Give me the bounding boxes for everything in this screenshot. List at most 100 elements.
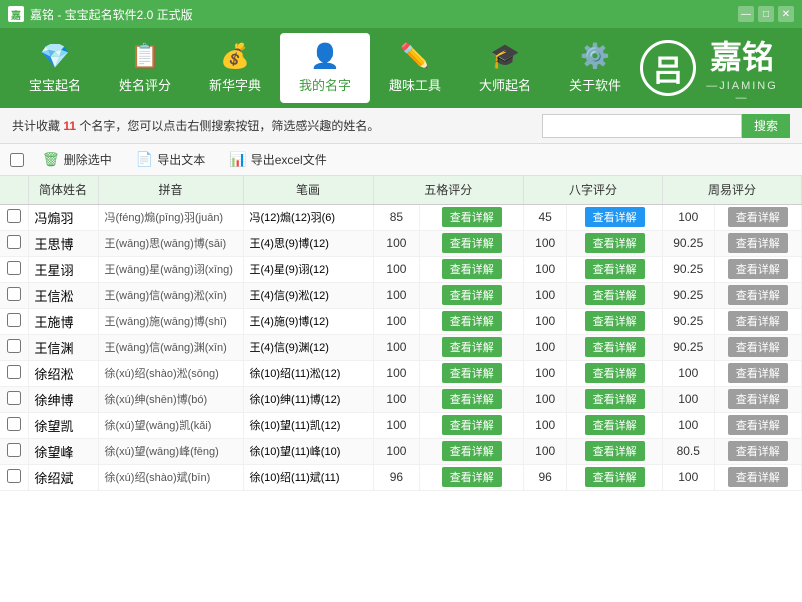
row-checkbox[interactable] <box>7 339 21 353</box>
wuge-detail-button[interactable]: 查看详解 <box>442 259 502 279</box>
row-bazi-btn-cell[interactable]: 查看详解 <box>567 412 663 438</box>
row-bazi-btn-cell[interactable]: 查看详解 <box>567 204 663 230</box>
row-wuge-btn-cell[interactable]: 查看详解 <box>420 360 524 386</box>
row-check-cell[interactable] <box>0 204 28 230</box>
row-zhouyi-btn-cell[interactable]: 查看详解 <box>714 464 801 490</box>
row-checkbox[interactable] <box>7 417 21 431</box>
row-checkbox[interactable] <box>7 235 21 249</box>
nav-item-about[interactable]: ⚙️ 关于软件 <box>550 33 640 103</box>
nav-item-master-name[interactable]: 🎓 大师起名 <box>460 33 550 103</box>
row-bazi-btn-cell[interactable]: 查看详解 <box>567 308 663 334</box>
row-zhouyi-btn-cell[interactable]: 查看详解 <box>714 438 801 464</box>
maximize-button[interactable]: □ <box>758 6 774 22</box>
zhouyi-detail-button[interactable]: 查看详解 <box>728 415 788 435</box>
bazi-detail-button[interactable]: 查看详解 <box>585 337 645 357</box>
zhouyi-detail-button[interactable]: 查看详解 <box>728 467 788 487</box>
zhouyi-detail-button[interactable]: 查看详解 <box>728 337 788 357</box>
zhouyi-detail-button[interactable]: 查看详解 <box>728 441 788 461</box>
row-check-cell[interactable] <box>0 464 28 490</box>
bazi-detail-button[interactable]: 查看详解 <box>585 389 645 409</box>
row-wuge-btn-cell[interactable]: 查看详解 <box>420 464 524 490</box>
row-check-cell[interactable] <box>0 412 28 438</box>
row-check-cell[interactable] <box>0 360 28 386</box>
bazi-detail-button[interactable]: 查看详解 <box>585 311 645 331</box>
row-wuge-btn-cell[interactable]: 查看详解 <box>420 386 524 412</box>
zhouyi-detail-button[interactable]: 查看详解 <box>728 207 788 227</box>
bazi-detail-button[interactable]: 查看详解 <box>585 207 645 227</box>
bazi-detail-button[interactable]: 查看详解 <box>585 415 645 435</box>
row-bazi-btn-cell[interactable]: 查看详解 <box>567 230 663 256</box>
zhouyi-detail-button[interactable]: 查看详解 <box>728 285 788 305</box>
bazi-detail-button[interactable]: 查看详解 <box>585 233 645 253</box>
row-checkbox[interactable] <box>7 313 21 327</box>
nav-item-fun-tools[interactable]: ✏️ 趣味工具 <box>370 33 460 103</box>
nav-item-my-name[interactable]: 👤 我的名字 <box>280 33 370 103</box>
row-wuge-btn-cell[interactable]: 查看详解 <box>420 308 524 334</box>
zhouyi-detail-button[interactable]: 查看详解 <box>728 311 788 331</box>
search-button[interactable]: 搜索 <box>742 114 790 138</box>
row-checkbox[interactable] <box>7 469 21 483</box>
zhouyi-detail-button[interactable]: 查看详解 <box>728 233 788 253</box>
row-zhouyi-btn-cell[interactable]: 查看详解 <box>714 230 801 256</box>
wuge-detail-button[interactable]: 查看详解 <box>442 389 502 409</box>
row-wuge-btn-cell[interactable]: 查看详解 <box>420 334 524 360</box>
row-checkbox[interactable] <box>7 287 21 301</box>
row-check-cell[interactable] <box>0 438 28 464</box>
row-check-cell[interactable] <box>0 230 28 256</box>
row-zhouyi-btn-cell[interactable]: 查看详解 <box>714 256 801 282</box>
export-text-button[interactable]: 📄 导出文本 <box>130 149 211 170</box>
minimize-button[interactable]: — <box>738 6 754 22</box>
row-checkbox[interactable] <box>7 365 21 379</box>
wuge-detail-button[interactable]: 查看详解 <box>442 285 502 305</box>
wuge-detail-button[interactable]: 查看详解 <box>442 415 502 435</box>
row-zhouyi-btn-cell[interactable]: 查看详解 <box>714 308 801 334</box>
nav-item-dictionary[interactable]: 💰 新华字典 <box>190 33 280 103</box>
row-zhouyi-btn-cell[interactable]: 查看详解 <box>714 334 801 360</box>
row-checkbox[interactable] <box>7 391 21 405</box>
row-check-cell[interactable] <box>0 334 28 360</box>
wuge-detail-button[interactable]: 查看详解 <box>442 467 502 487</box>
wuge-detail-button[interactable]: 查看详解 <box>442 233 502 253</box>
row-check-cell[interactable] <box>0 386 28 412</box>
row-wuge-btn-cell[interactable]: 查看详解 <box>420 282 524 308</box>
row-wuge-btn-cell[interactable]: 查看详解 <box>420 438 524 464</box>
row-bazi-btn-cell[interactable]: 查看详解 <box>567 360 663 386</box>
row-bazi-btn-cell[interactable]: 查看详解 <box>567 334 663 360</box>
bazi-detail-button[interactable]: 查看详解 <box>585 467 645 487</box>
row-wuge-btn-cell[interactable]: 查看详解 <box>420 256 524 282</box>
row-bazi-btn-cell[interactable]: 查看详解 <box>567 282 663 308</box>
row-checkbox[interactable] <box>7 261 21 275</box>
row-zhouyi-btn-cell[interactable]: 查看详解 <box>714 204 801 230</box>
export-excel-button[interactable]: 📊 导出excel文件 <box>223 149 332 170</box>
bazi-detail-button[interactable]: 查看详解 <box>585 363 645 383</box>
wuge-detail-button[interactable]: 查看详解 <box>442 337 502 357</box>
zhouyi-detail-button[interactable]: 查看详解 <box>728 259 788 279</box>
wuge-detail-button[interactable]: 查看详解 <box>442 441 502 461</box>
row-bazi-btn-cell[interactable]: 查看详解 <box>567 256 663 282</box>
row-zhouyi-btn-cell[interactable]: 查看详解 <box>714 386 801 412</box>
bazi-detail-button[interactable]: 查看详解 <box>585 259 645 279</box>
row-bazi-btn-cell[interactable]: 查看详解 <box>567 386 663 412</box>
zhouyi-detail-button[interactable]: 查看详解 <box>728 363 788 383</box>
row-wuge-btn-cell[interactable]: 查看详解 <box>420 230 524 256</box>
row-zhouyi-btn-cell[interactable]: 查看详解 <box>714 360 801 386</box>
wuge-detail-button[interactable]: 查看详解 <box>442 363 502 383</box>
bazi-detail-button[interactable]: 查看详解 <box>585 285 645 305</box>
row-check-cell[interactable] <box>0 256 28 282</box>
row-bazi-btn-cell[interactable]: 查看详解 <box>567 438 663 464</box>
search-input[interactable] <box>542 114 742 138</box>
row-checkbox[interactable] <box>7 443 21 457</box>
row-wuge-btn-cell[interactable]: 查看详解 <box>420 204 524 230</box>
nav-item-baby-name[interactable]: 💎 宝宝起名 <box>10 33 100 103</box>
row-check-cell[interactable] <box>0 308 28 334</box>
row-checkbox[interactable] <box>7 209 21 223</box>
row-check-cell[interactable] <box>0 282 28 308</box>
row-zhouyi-btn-cell[interactable]: 查看详解 <box>714 282 801 308</box>
delete-selected-button[interactable]: 🗑 删除选中 <box>36 149 118 170</box>
row-bazi-btn-cell[interactable]: 查看详解 <box>567 464 663 490</box>
close-button[interactable]: ✕ <box>778 6 794 22</box>
nav-item-name-eval[interactable]: 📋 姓名评分 <box>100 33 190 103</box>
select-all-checkbox[interactable] <box>10 153 24 167</box>
row-wuge-btn-cell[interactable]: 查看详解 <box>420 412 524 438</box>
wuge-detail-button[interactable]: 查看详解 <box>442 311 502 331</box>
